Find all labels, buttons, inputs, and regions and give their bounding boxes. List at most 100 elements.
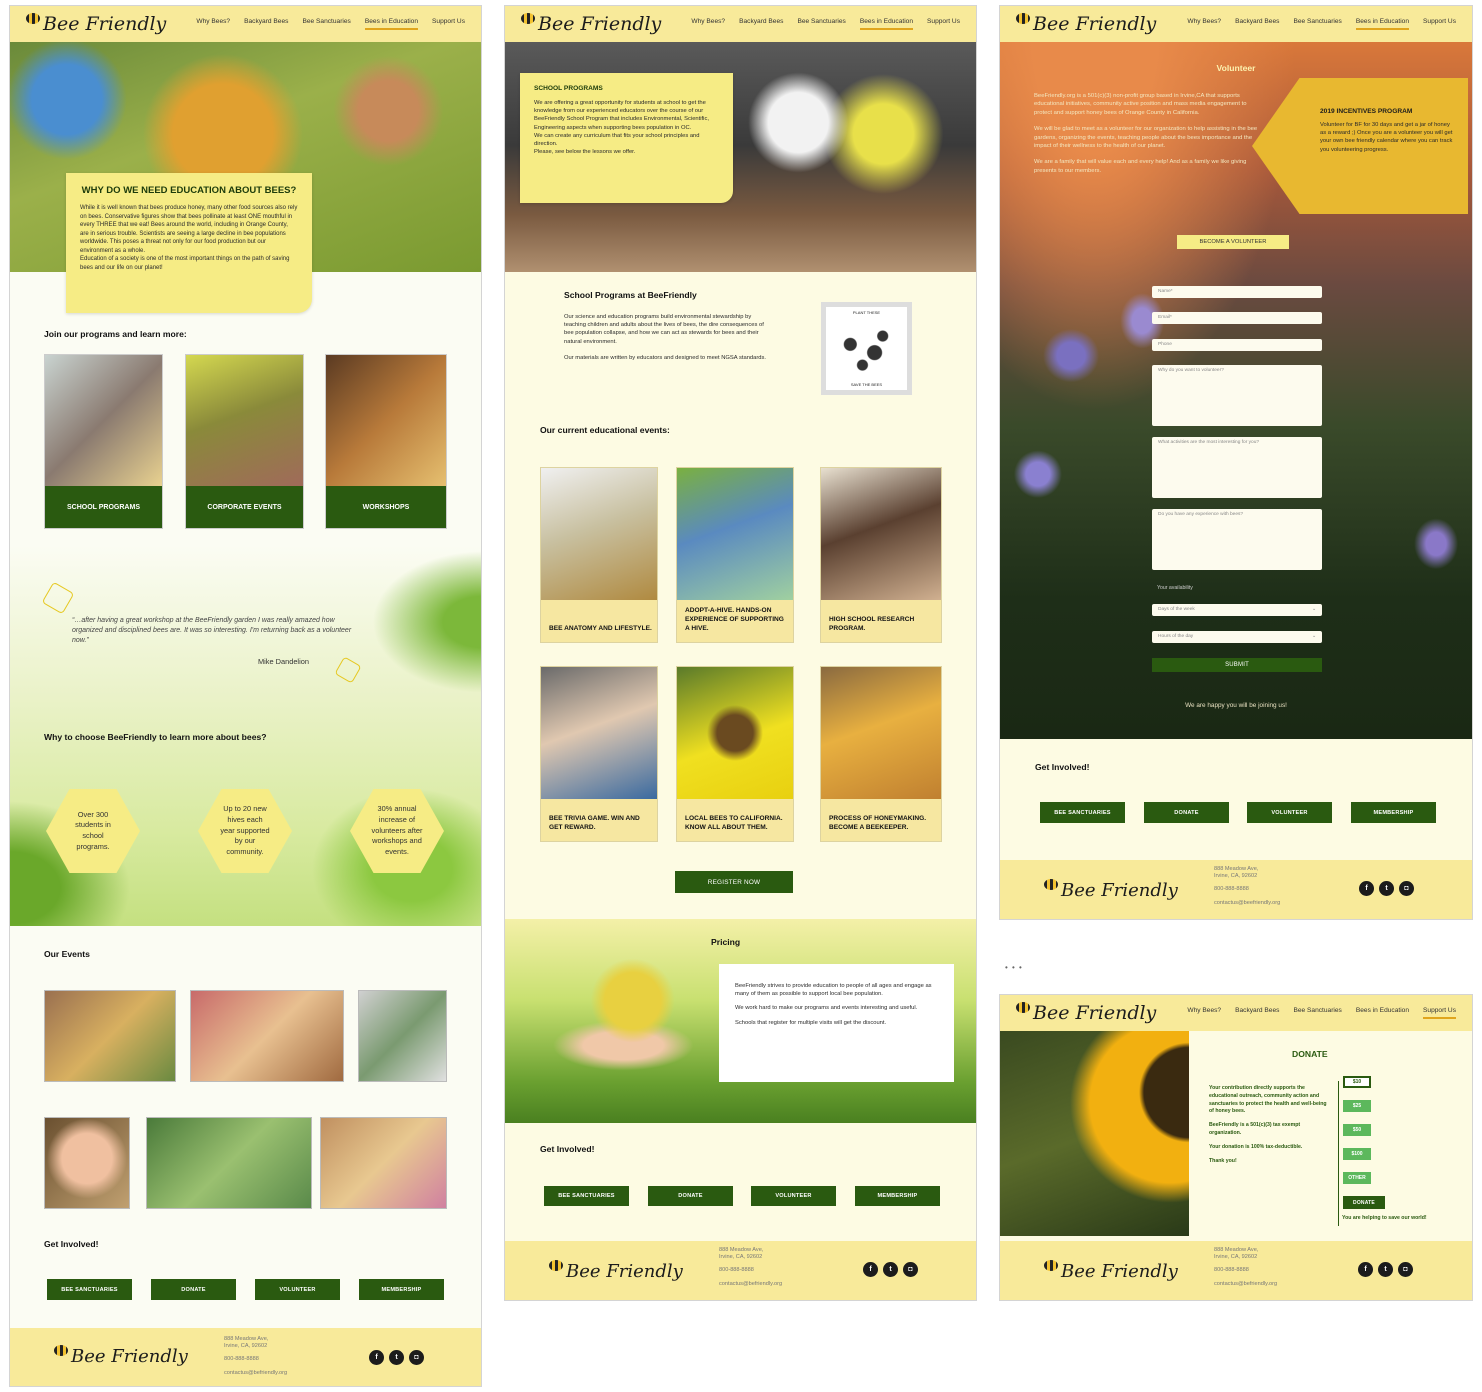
twitter-icon[interactable]: t [883,1262,898,1277]
instagram-icon[interactable]: ◘ [903,1262,918,1277]
amount-50-button[interactable]: $50 [1343,1124,1371,1136]
event-card-adopt-hive[interactable]: ADOPT-A-HIVE. HANDS-ON EXPERIENCE OF SUP… [676,467,794,643]
logo[interactable]: Bee Friendly [521,12,661,35]
facebook-icon[interactable]: f [1358,1262,1373,1277]
footer-logo[interactable]: Bee Friendly [549,1260,683,1282]
event-photo-5[interactable] [146,1117,312,1209]
twitter-icon[interactable]: t [1379,881,1394,896]
footer-email[interactable]: contactus@beefriendly.org [1214,898,1280,909]
nav-bees-in-education[interactable]: Bees in Education [1356,1007,1409,1019]
nav-support-us[interactable]: Support Us [1423,18,1456,30]
helping-message: You are helping to save our world! [1342,1215,1427,1221]
twitter-icon[interactable]: t [389,1350,404,1365]
instagram-icon[interactable]: ◘ [1398,1262,1413,1277]
donate-submit-button[interactable]: DONATE [1343,1196,1385,1209]
nav-bees-in-education[interactable]: Bees in Education [364,18,418,30]
top-nav: Bee Friendly Why Bees? Backyard Bees Bee… [1000,6,1472,42]
event-photo-6[interactable] [320,1117,447,1209]
twitter-icon[interactable]: t [1378,1262,1393,1277]
nav-why-bees[interactable]: Why Bees? [1187,18,1221,30]
nav-backyard-bees[interactable]: Backyard Bees [244,18,288,30]
donate-button[interactable]: DONATE [648,1186,733,1206]
footer-logo[interactable]: Bee Friendly [54,1345,188,1367]
nav-bee-sanctuaries[interactable]: Bee Sanctuaries [1293,1007,1341,1019]
event-photo-3[interactable] [358,990,447,1082]
logo[interactable]: Bee Friendly [26,12,166,35]
event-card-honeymaking[interactable]: PROCESS OF HONEYMAKING. BECOME A BEEKEEP… [820,666,942,842]
footer-phone: 800-888-8888 [1214,886,1249,893]
program-card-corporate[interactable]: CORPORATE EVENTS [185,354,304,529]
volunteer-button[interactable]: VOLUNTEER [1247,802,1332,823]
nav-backyard-bees[interactable]: Backyard Bees [739,18,783,30]
event-photo-4[interactable] [44,1117,130,1209]
pricing-title: Pricing [711,937,741,947]
facebook-icon[interactable]: f [1359,881,1374,896]
name-field[interactable]: Name* [1152,286,1322,298]
nav-bee-sanctuaries[interactable]: Bee Sanctuaries [302,18,350,30]
membership-button[interactable]: MEMBERSHIP [1351,802,1436,823]
volunteer-button[interactable]: VOLUNTEER [751,1186,836,1206]
program-card-school[interactable]: SCHOOL PROGRAMS [44,354,163,529]
nav-why-bees[interactable]: Why Bees? [691,18,725,30]
volunteer-button[interactable]: VOLUNTEER [255,1279,340,1300]
event-card-local-bees[interactable]: LOCAL BEES TO CALIFORNIA. KNOW ALL ABOUT… [676,666,794,842]
footer-email[interactable]: contactus@befriendly.org [224,1368,287,1379]
register-now-button[interactable]: REGISTER NOW [675,871,793,893]
event-card-anatomy[interactable]: BEE ANATOMY AND LIFESTYLE. [540,467,658,643]
nav-bee-sanctuaries[interactable]: Bee Sanctuaries [797,18,845,30]
trivia-photo [541,667,657,799]
nav-support-us[interactable]: Support Us [1423,1007,1456,1019]
phone-field[interactable]: Phone [1152,339,1322,351]
email-field[interactable]: Email* [1152,312,1322,324]
instagram-icon[interactable]: ◘ [409,1350,424,1365]
days-select[interactable]: Days of the week ⌄ [1152,604,1322,616]
amount-25-button[interactable]: $25 [1343,1100,1371,1112]
nav-backyard-bees[interactable]: Backyard Bees [1235,18,1279,30]
event-card-research[interactable]: HIGH SCHOOL RESEARCH PROGRAM. [820,467,942,643]
bee-sanctuaries-button[interactable]: BEE SANCTUARIES [544,1186,629,1206]
donate-button[interactable]: DONATE [1144,802,1229,823]
event-photo-1[interactable] [44,990,176,1082]
submit-button[interactable]: SUBMIT [1152,658,1322,672]
amount-100-button[interactable]: $100 [1343,1148,1371,1160]
nav-support-us[interactable]: Support Us [432,18,465,30]
footer-email[interactable]: contactus@befriendly.org [1214,1279,1277,1290]
interests-field[interactable]: What activities are the most interesting… [1152,437,1322,498]
logo[interactable]: Bee Friendly [1016,12,1156,35]
membership-button[interactable]: MEMBERSHIP [855,1186,940,1206]
bee-sanctuaries-button[interactable]: BEE SANCTUARIES [1040,802,1125,823]
facebook-icon[interactable]: f [863,1262,878,1277]
footer-logo[interactable]: Bee Friendly [1044,1260,1178,1282]
footer-logo[interactable]: Bee Friendly [1044,879,1178,901]
why-education-text-2: Education of a society is one of the mos… [80,256,290,271]
experience-field[interactable]: Do you have any experience with bees? [1152,509,1322,570]
footer-email[interactable]: contactus@befriendly.org [719,1279,782,1290]
amount-other-button[interactable]: OTHER [1343,1172,1371,1184]
page-volunteer: Bee Friendly Why Bees? Backyard Bees Bee… [999,5,1473,920]
become-volunteer-button[interactable]: BECOME A VOLUNTEER [1177,235,1289,249]
nav-bee-sanctuaries[interactable]: Bee Sanctuaries [1293,18,1341,30]
nav-bees-in-education[interactable]: Bees in Education [859,18,913,30]
event-photo-2[interactable] [190,990,344,1082]
nav-support-us[interactable]: Support Us [927,18,960,30]
logo[interactable]: Bee Friendly [1016,1001,1156,1024]
membership-button[interactable]: MEMBERSHIP [359,1279,444,1300]
nav-backyard-bees[interactable]: Backyard Bees [1235,1007,1279,1019]
hours-select[interactable]: Hours of the day ⌄ [1152,631,1322,643]
nav-menu: Why Bees? Backyard Bees Bee Sanctuaries … [196,18,465,30]
facebook-icon[interactable]: f [369,1350,384,1365]
amount-10-button[interactable]: $10 [1343,1076,1371,1088]
bee-sanctuaries-button[interactable]: BEE SANCTUARIES [47,1279,132,1300]
instagram-icon[interactable]: ◘ [1399,881,1414,896]
nav-why-bees[interactable]: Why Bees? [1187,1007,1221,1019]
nav-why-bees[interactable]: Why Bees? [196,18,230,30]
donate-text-4: Thank you! [1209,1157,1237,1164]
donate-button[interactable]: DONATE [151,1279,236,1300]
page-school-programs: Bee Friendly Why Bees? Backyard Bees Bee… [504,5,977,1301]
poster-top-text: PLANT THESE [852,310,881,315]
program-card-workshops[interactable]: WORKSHOPS [325,354,447,529]
event-card-trivia[interactable]: BEE TRIVIA GAME. WIN AND GET REWARD. [540,666,658,842]
why-volunteer-field[interactable]: Why do you want to volunteer? [1152,365,1322,426]
donate-text-3: Your donation is 100% tax-deductible. [1209,1143,1303,1150]
nav-bees-in-education[interactable]: Bees in Education [1355,18,1409,30]
